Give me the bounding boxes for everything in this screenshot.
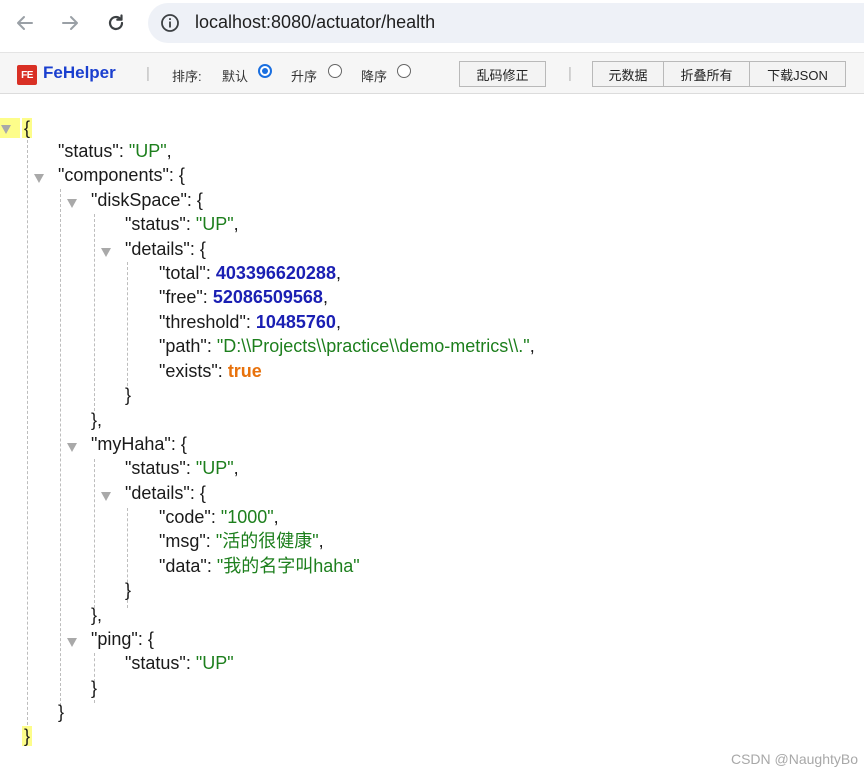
fehelper-toolbar: FE FeHelper | 排序: 默认 升序 降序 乱码修正 | 元数据 折叠… bbox=[0, 52, 864, 94]
toolbar-separator: | bbox=[146, 65, 150, 82]
collapse-triangle-icon[interactable] bbox=[67, 199, 77, 208]
json-line-myhaha-status: "status": "UP", bbox=[125, 458, 239, 478]
site-info-icon[interactable] bbox=[160, 13, 180, 33]
json-close-brace: } bbox=[125, 385, 132, 405]
browser-toolbar: localhost:8080/actuator/health bbox=[0, 0, 864, 46]
root-open-brace: { bbox=[22, 118, 33, 138]
json-line-status: "status": "UP", bbox=[58, 141, 172, 161]
json-line-total: "total": 403396620288, bbox=[159, 263, 341, 283]
fehelper-brand[interactable]: FeHelper bbox=[43, 63, 116, 83]
collapse-triangle-icon[interactable] bbox=[67, 638, 77, 647]
collapse-triangle-icon[interactable] bbox=[34, 174, 44, 183]
watermark: CSDN @NaughtyBo bbox=[730, 751, 858, 767]
collapse-triangle-icon[interactable] bbox=[101, 492, 111, 501]
json-close-brace: }, bbox=[91, 410, 103, 430]
forward-arrow-icon bbox=[62, 16, 78, 30]
sort-default-radio[interactable] bbox=[258, 64, 272, 78]
json-line-msg: "msg": "活的很健康", bbox=[159, 531, 324, 551]
sort-asc-radio[interactable] bbox=[328, 64, 342, 78]
json-line-path: "path": "D:\\Projects\\practice\\demo-me… bbox=[159, 336, 535, 356]
fix-encoding-button[interactable]: 乱码修正 bbox=[459, 61, 546, 87]
json-line-free: "free": 52086509568, bbox=[159, 287, 328, 307]
json-close-brace: } bbox=[125, 580, 132, 600]
sort-desc-radio[interactable] bbox=[397, 64, 411, 78]
json-line-exists: "exists": true bbox=[159, 361, 262, 381]
sort-label: 排序: bbox=[172, 69, 202, 84]
json-line-diskspace: "diskSpace": { bbox=[91, 190, 203, 210]
collapse-triangle-icon[interactable] bbox=[101, 248, 111, 257]
json-line-components: "components": { bbox=[58, 165, 185, 185]
toolbar-separator: | bbox=[568, 65, 572, 82]
reload-icon bbox=[108, 14, 124, 31]
collapse-all-button[interactable]: 折叠所有 bbox=[663, 61, 750, 87]
collapse-triangle-icon[interactable] bbox=[1, 125, 11, 134]
indent-guide bbox=[127, 262, 128, 386]
back-arrow-icon bbox=[17, 16, 33, 30]
fehelper-logo-icon: FE bbox=[17, 65, 37, 85]
json-line-ping-status: "status": "UP" bbox=[125, 653, 234, 673]
sort-asc-label[interactable]: 升序 bbox=[291, 66, 317, 85]
url-text[interactable]: localhost:8080/actuator/health bbox=[195, 12, 435, 33]
json-line-diskspace-status: "status": "UP", bbox=[125, 214, 239, 234]
json-line-data: "data": "我的名字叫haha" bbox=[159, 556, 360, 576]
json-line-threshold: "threshold": 10485760, bbox=[159, 312, 341, 332]
forward-button[interactable] bbox=[55, 8, 85, 38]
json-line-myhaha-details: "details": { bbox=[125, 483, 206, 503]
back-button[interactable] bbox=[10, 8, 40, 38]
collapse-triangle-icon[interactable] bbox=[67, 443, 77, 452]
address-bar[interactable]: localhost:8080/actuator/health bbox=[148, 3, 864, 43]
json-line-diskspace-details: "details": { bbox=[125, 239, 206, 259]
json-close-brace: } bbox=[58, 702, 65, 722]
sort-desc-label[interactable]: 降序 bbox=[361, 66, 387, 85]
root-close-brace: } bbox=[22, 726, 33, 746]
json-line-myhaha: "myHaha": { bbox=[91, 434, 187, 454]
indent-guide bbox=[60, 189, 61, 706]
sort-default-label[interactable]: 默认 bbox=[222, 66, 248, 85]
reload-button[interactable] bbox=[101, 8, 131, 38]
json-close-brace: }, bbox=[91, 605, 103, 625]
json-line-code: "code": "1000", bbox=[159, 507, 279, 527]
json-viewer: { "status": "UP", "components": { "diskS… bbox=[0, 96, 864, 773]
indent-guide bbox=[27, 140, 28, 730]
indent-guide bbox=[94, 459, 95, 608]
json-line-ping: "ping": { bbox=[91, 629, 154, 649]
download-json-button[interactable]: 下载JSON bbox=[749, 61, 846, 87]
indent-guide bbox=[94, 214, 95, 411]
json-close-brace: } bbox=[91, 678, 98, 698]
metadata-button[interactable]: 元数据 bbox=[592, 61, 664, 87]
